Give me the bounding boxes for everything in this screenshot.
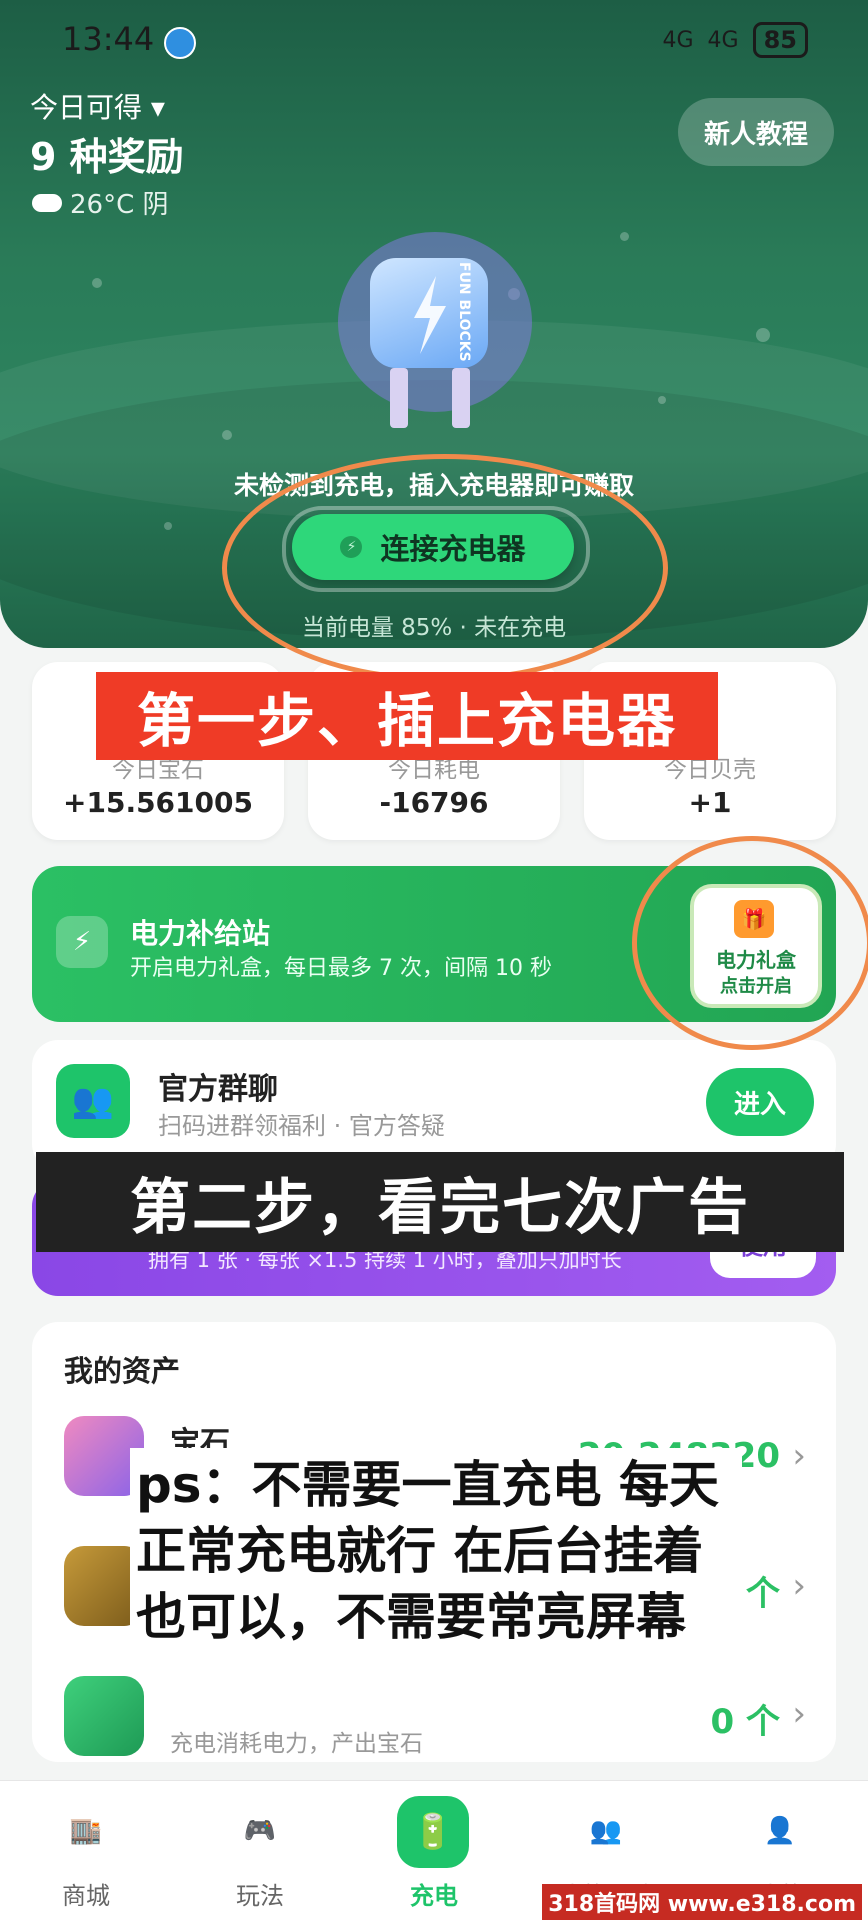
status-time: 13:44 bbox=[62, 20, 155, 58]
step2-overlay: 第二步，看完七次广告 bbox=[36, 1152, 844, 1252]
power-station-desc: 开启电力礼盒，每日最多 7 次，间隔 10 秒 bbox=[130, 956, 552, 981]
nav-item-shop[interactable]: 🏬 商城 bbox=[16, 1808, 156, 1911]
signal-icon: 4G bbox=[662, 27, 694, 53]
assets-title: 我的资产 bbox=[64, 1354, 181, 1388]
team-icon: 👥 bbox=[589, 1816, 623, 1846]
bubble-decoration bbox=[164, 522, 172, 530]
step1-overlay: 第一步、插上充电器 bbox=[96, 672, 718, 760]
group-chat-title: 官方群聊 bbox=[158, 1072, 278, 1107]
stat-value: +15.561005 bbox=[63, 786, 253, 819]
today-available-dropdown[interactable]: 今日可得 ▾ bbox=[30, 86, 165, 126]
gamepad-icon: 🎮 bbox=[243, 1816, 277, 1846]
signal-icon: 4G bbox=[707, 27, 739, 53]
battery-icon: 85 bbox=[752, 22, 808, 58]
stat-value: -16796 bbox=[379, 786, 489, 819]
nav-item-play[interactable]: 🎮 玩法 bbox=[190, 1808, 330, 1911]
ps-overlay: ps：不需要一直充电 每天正常充电就行 在后台挂着也可以，不需要常亮屏幕 bbox=[130, 1448, 742, 1654]
watermark: 318首码网 www.e318.com bbox=[542, 1884, 862, 1920]
charger-prong bbox=[452, 368, 470, 428]
bubble-decoration bbox=[92, 278, 102, 288]
chevron-right-icon[interactable]: › bbox=[792, 1436, 806, 1476]
browser-globe-icon bbox=[164, 27, 196, 59]
user-icon: 👤 bbox=[763, 1816, 797, 1846]
lightning-icon: ⚡ bbox=[56, 916, 108, 968]
bubble-decoration bbox=[658, 396, 666, 404]
group-chat-desc: 扫码进群领福利 · 官方答疑 bbox=[158, 1112, 445, 1140]
bubble-decoration bbox=[620, 232, 629, 241]
chevron-right-icon[interactable]: › bbox=[792, 1566, 806, 1606]
highlight-ring bbox=[222, 454, 668, 682]
power-station-title: 电力补给站 bbox=[130, 917, 271, 950]
cloud-icon bbox=[32, 193, 62, 212]
weather: 26°C 阴 bbox=[32, 184, 169, 221]
nav-label: 玩法 bbox=[236, 1882, 284, 1910]
people-icon: 👥 bbox=[56, 1064, 130, 1138]
bubble-decoration bbox=[756, 328, 770, 342]
nav-label: 商城 bbox=[62, 1882, 110, 1910]
charger-prong bbox=[390, 368, 408, 428]
stat-value: +1 bbox=[688, 786, 732, 819]
weather-text: 26°C 阴 bbox=[70, 190, 169, 220]
charger-brand: FUN BLOCKS bbox=[372, 262, 472, 362]
store-icon: 🏬 bbox=[69, 1816, 103, 1846]
enter-group-button[interactable]: 进入 bbox=[706, 1068, 814, 1136]
chevron-right-icon[interactable]: › bbox=[792, 1694, 806, 1734]
asset-value: 0 个 bbox=[710, 1702, 781, 1742]
nav-label: 充电 bbox=[410, 1882, 458, 1910]
highlight-ring bbox=[632, 836, 868, 1050]
tutorial-button[interactable]: 新人教程 bbox=[678, 98, 834, 166]
crystal-icon bbox=[64, 1676, 144, 1756]
status-indicators: 4G 4G 85 bbox=[662, 22, 808, 58]
reward-count: 9 种奖励 bbox=[30, 135, 184, 179]
nav-item-charge[interactable]: 充电 bbox=[364, 1808, 504, 1911]
asset-desc: 充电消耗电力，产出宝石 bbox=[170, 1731, 423, 1757]
bubble-decoration bbox=[222, 430, 232, 440]
